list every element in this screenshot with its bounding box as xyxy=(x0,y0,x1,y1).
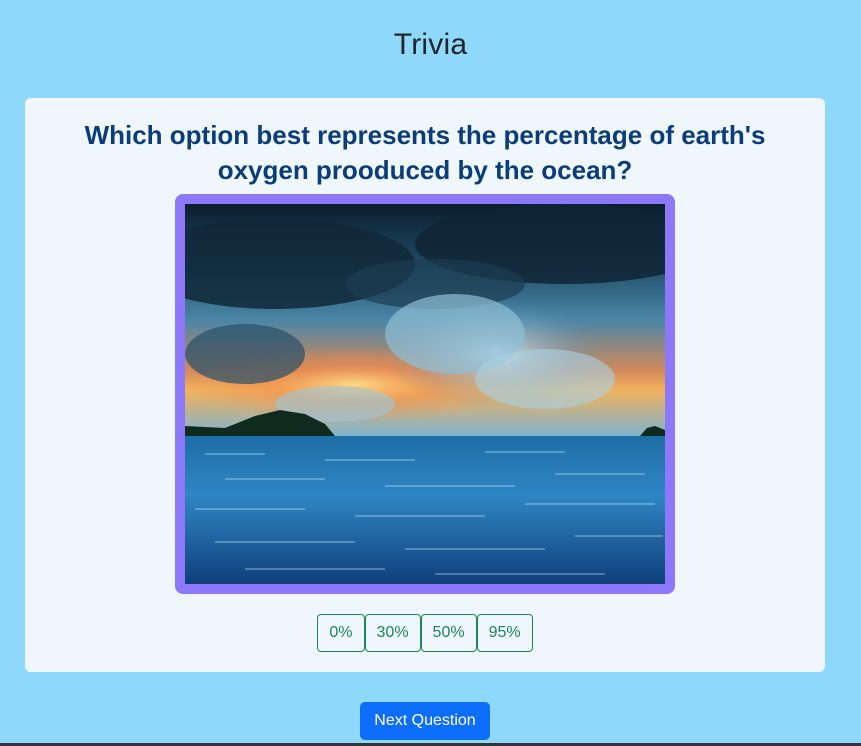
answer-options: 0% 30% 50% 95% xyxy=(25,614,825,652)
next-question-button[interactable]: Next Question xyxy=(360,702,490,740)
option-50-percent-button[interactable]: 50% xyxy=(420,614,477,652)
question-text: Which option best represents the percent… xyxy=(84,120,766,185)
question-image-frame xyxy=(175,194,675,594)
question-card: Which option best represents the percent… xyxy=(25,98,825,672)
ocean-sunset-image xyxy=(185,204,665,584)
option-30-percent-button[interactable]: 30% xyxy=(364,614,421,652)
option-0-percent-button[interactable]: 0% xyxy=(317,614,365,652)
option-95-percent-button[interactable]: 95% xyxy=(476,614,533,652)
page-title: Trivia xyxy=(393,28,468,61)
